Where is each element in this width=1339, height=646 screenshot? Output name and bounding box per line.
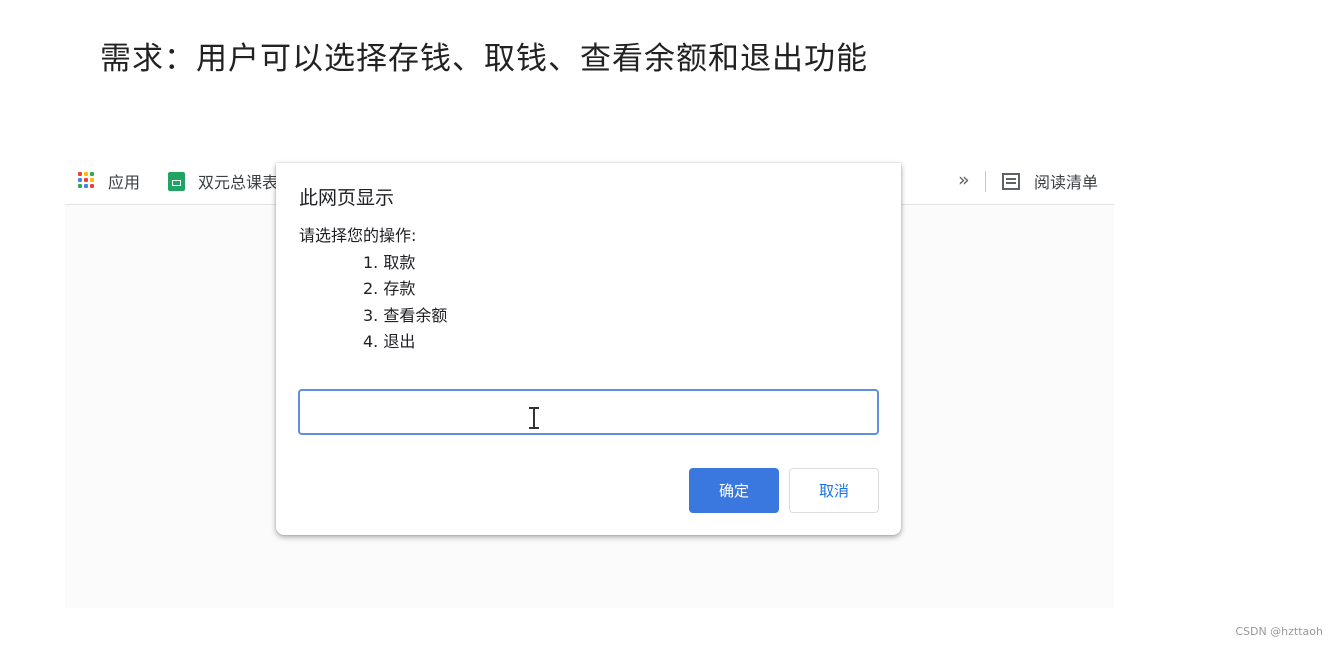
dialog-title: 此网页显示 bbox=[299, 187, 395, 209]
option-item: 3. 查看余额 bbox=[363, 305, 448, 325]
reading-list-label: 阅读清单 bbox=[1034, 173, 1099, 192]
apps-grid-dot bbox=[90, 184, 94, 188]
option-item: 4. 退出 bbox=[363, 332, 416, 351]
ok-button[interactable]: 确定 bbox=[689, 468, 779, 513]
apps-grid-dot bbox=[78, 184, 82, 188]
option-item: 2. 存款 bbox=[363, 279, 416, 298]
spreadsheet-icon bbox=[168, 171, 185, 191]
reading-list-button[interactable]: 阅读清单 bbox=[1002, 170, 1098, 192]
more-bookmarks-chevron-icon[interactable]: » bbox=[958, 169, 970, 191]
watermark: CSDN @hzttaoh bbox=[1235, 625, 1323, 638]
apps-grid-dot bbox=[84, 178, 88, 182]
apps-grid-dot bbox=[84, 172, 88, 176]
apps-grid-icon bbox=[78, 172, 96, 190]
apps-grid-dot bbox=[78, 178, 82, 182]
bookmarks-divider bbox=[985, 171, 986, 192]
option-item: 1. 取款 bbox=[363, 252, 416, 272]
apps-grid-dot bbox=[78, 172, 82, 176]
option-list: 1. 取款 2. 存款 3. 查看余额 4. 退出 bbox=[299, 250, 447, 356]
bookmark-sheet[interactable]: 双元总课表 bbox=[168, 170, 278, 192]
bookmark-apps-label: 应用 bbox=[108, 173, 141, 192]
reading-list-icon bbox=[1002, 172, 1020, 190]
dialog-message: 请选择您的操作: 1. 取款 2. 存款 3. 查看余额 4. 退出 bbox=[299, 223, 447, 356]
apps-grid-dot bbox=[84, 184, 88, 188]
prompt-input[interactable] bbox=[298, 389, 879, 435]
bookmark-apps[interactable]: 应用 bbox=[78, 170, 140, 192]
text-cursor-stem bbox=[533, 408, 535, 428]
text-cursor-icon bbox=[529, 407, 539, 429]
bookmark-sheet-label: 双元总课表 bbox=[198, 173, 279, 192]
prompt-dialog: 此网页显示 请选择您的操作: 1. 取款 2. 存款 3. 查看余额 4. 退出… bbox=[276, 163, 901, 535]
apps-grid-dot bbox=[90, 172, 94, 176]
page-heading: 需求：用户可以选择存钱、取钱、查看余额和退出功能 bbox=[100, 41, 868, 77]
text-cursor-cap bbox=[529, 427, 539, 429]
cancel-button[interactable]: 取消 bbox=[789, 468, 879, 513]
apps-grid-dot bbox=[90, 178, 94, 182]
dialog-message-text: 请选择您的操作: bbox=[299, 226, 417, 245]
